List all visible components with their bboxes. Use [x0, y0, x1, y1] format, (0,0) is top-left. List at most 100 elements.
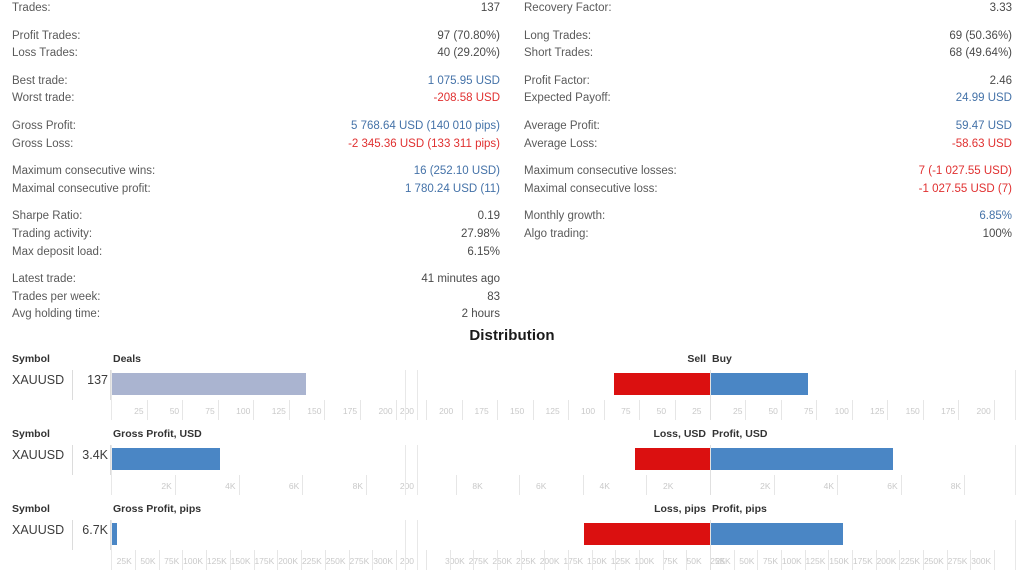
axis-tick	[994, 550, 996, 570]
axis-tick-label: 6K	[288, 481, 300, 491]
stat-label: Gross Profit:	[12, 119, 76, 132]
axis-tick	[455, 475, 457, 495]
axis-tick-label: 2K	[161, 481, 172, 491]
stat-value: 137	[480, 2, 500, 14]
stat-value: 7 (-1 027.55 USD)	[918, 165, 1012, 178]
stat-label: Best trade:	[12, 74, 68, 87]
axis-tick	[449, 550, 451, 570]
axis-tick-label: 200K	[278, 556, 299, 566]
axis-tick	[603, 400, 605, 420]
stat-row: Average Loss: -58.63 USD	[524, 136, 1012, 154]
chart-negative-header: Sell	[687, 353, 706, 365]
stat-label: Loss Trades:	[12, 47, 78, 60]
stat-group: Maximum consecutive losses: 7 (-1 027.55 …	[524, 163, 1012, 198]
stat-label: Profit Factor:	[524, 74, 590, 87]
axis-tick	[425, 550, 427, 570]
axis-tick-label: 50K	[686, 556, 702, 566]
stat-label: Short Trades:	[524, 47, 594, 60]
symbol-column-header: Symbol	[12, 353, 50, 365]
stat-label: Maximum consecutive losses:	[524, 165, 677, 178]
stat-value: 97 (70.80%)	[437, 29, 500, 42]
axis-tick-label: 6K	[887, 481, 898, 491]
negative-bar	[583, 523, 710, 545]
axis-center-line	[710, 520, 711, 570]
distribution-title: Distribution	[469, 327, 555, 344]
axis-tick	[757, 550, 759, 570]
axis-tick-label: 100K	[183, 556, 204, 566]
stat-row: Short Trades: 68 (49.64%)	[524, 45, 1012, 63]
axis-tick	[182, 400, 184, 420]
axis-tick	[837, 475, 839, 495]
axis-tick-label: 300K	[444, 556, 465, 566]
axis-tick-label: 2K	[663, 481, 674, 491]
axis-tick-label: 200K	[539, 556, 560, 566]
stat-value: 16 (252.10 USD)	[413, 165, 500, 178]
axis-tick	[780, 400, 782, 420]
axis-edge-line	[417, 445, 418, 495]
axis-tick-label: 150K	[829, 556, 850, 566]
stat-row: Avg holding time: 2 hours	[12, 306, 500, 324]
axis-tick	[887, 400, 889, 420]
axis-tick	[496, 550, 498, 570]
axis-tick-label: 125	[870, 406, 885, 416]
stat-row: Worst trade: -208.58 USD	[12, 90, 500, 108]
stat-label: Algo trading:	[524, 227, 589, 240]
stat-label: Average Loss:	[524, 137, 598, 150]
axis-tick-label: 200	[976, 406, 991, 416]
axis-tick	[816, 400, 818, 420]
axis-tick	[922, 400, 924, 420]
stat-value: -1 027.55 USD (7)	[918, 182, 1012, 195]
stat-row: Maximum consecutive wins: 16 (252.10 USD)	[12, 163, 500, 181]
axis-tick	[638, 550, 640, 570]
axis-tick	[686, 550, 688, 570]
axis-tick	[497, 400, 499, 420]
axis-tick	[733, 550, 735, 570]
axis-edge-line	[1015, 520, 1016, 570]
stat-label: Long Trades:	[524, 29, 592, 42]
axis-tick	[174, 475, 176, 495]
stat-value: 27.98%	[460, 227, 500, 240]
axis-tick-label: 300K	[373, 556, 394, 566]
axis-tick	[395, 400, 397, 420]
axis-tick	[674, 400, 676, 420]
axis-tick-label: 175	[474, 406, 489, 416]
axis-edge-line	[417, 370, 418, 420]
stat-group: Long Trades: 69 (50.36%) Short Trades: 68 (…	[524, 28, 1012, 63]
axis-edge-line	[111, 520, 112, 570]
chart-negative-header: Loss, pips	[654, 503, 706, 515]
axis-center-line	[710, 370, 711, 420]
axis-tick-label: 50	[169, 406, 180, 416]
axis-tick	[238, 475, 240, 495]
axis-tick	[532, 400, 534, 420]
axis-tick	[324, 400, 326, 420]
report-page: Trades: 137 Profit Trades: 97 (70.80%) Loss …	[0, 0, 1024, 586]
stat-value: 6.85%	[979, 210, 1012, 223]
axis-tick-label: 250K	[325, 556, 346, 566]
chart-row: Symbol Gross Profit, USD Loss, USD Profit, …	[0, 428, 1024, 500]
stat-label: Maximal consecutive profit:	[12, 182, 151, 195]
chart-body-row: XAUUSD 6.7K	[0, 520, 1024, 550]
axis-tick-label: 175	[342, 406, 358, 416]
axis-tick-label: 50	[656, 406, 667, 416]
stat-value: 5 768.64 USD (140 010 pips)	[351, 119, 500, 132]
stat-value: 24.99 USD	[955, 92, 1012, 105]
stat-row: Monthly growth: 6.85%	[524, 208, 1012, 226]
stat-row: Algo trading: 100%	[524, 226, 1012, 244]
axis-tick-label: 125K	[805, 556, 826, 566]
stat-group: Trades: 137	[12, 0, 500, 18]
chart-axis: 2K 4K 6K 8K 200 8K 6K 4K 2K 2K 4K 6K 8K	[0, 445, 1024, 497]
stat-label: Trades per week:	[12, 290, 101, 303]
stat-row: Best trade: 1 075.95 USD	[12, 73, 500, 91]
stat-value: 41 minutes ago	[421, 273, 500, 286]
stat-row: Expected Payoff: 24.99 USD	[524, 90, 1012, 108]
axis-tick-label: 25	[732, 406, 743, 416]
axis-tick-label: 200K	[876, 556, 897, 566]
axis-tick	[964, 475, 966, 495]
stat-value: -58.63 USD	[951, 137, 1012, 150]
stat-value: -2 345.36 USD (133 311 pips)	[348, 137, 500, 150]
stat-row: Profit Factor: 2.46	[524, 73, 1012, 91]
axis-tick	[519, 475, 521, 495]
axis-tick	[360, 400, 362, 420]
chart-body-row: XAUUSD 3.4K	[0, 445, 1024, 475]
axis-tick-label: 150	[510, 406, 525, 416]
